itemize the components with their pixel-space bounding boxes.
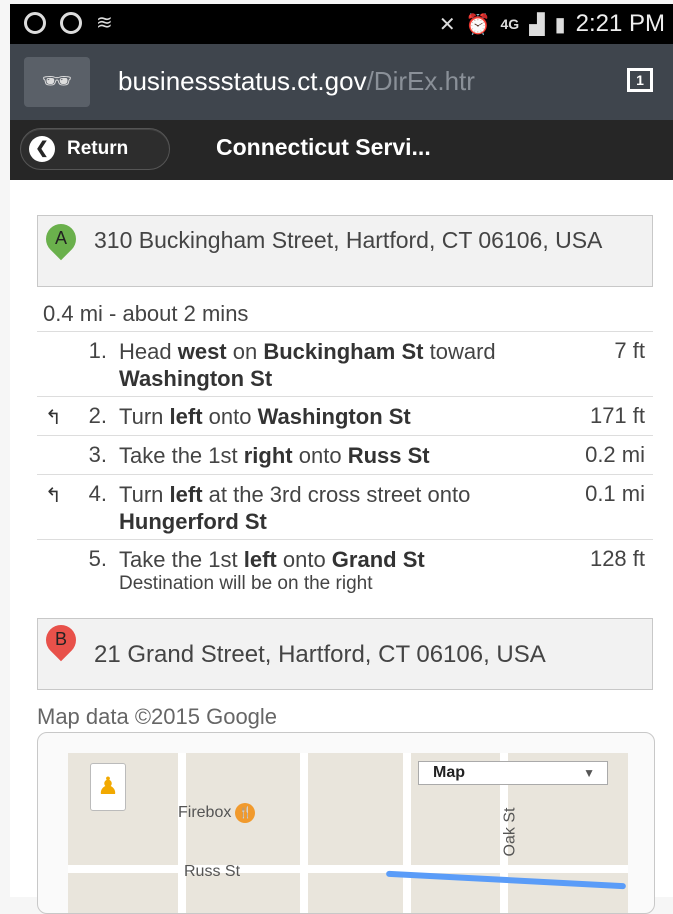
marker-a-letter: A xyxy=(54,228,67,248)
marker-b-icon: B xyxy=(39,618,83,663)
step-text: onto xyxy=(202,404,258,429)
incognito-icon[interactable]: 🕶 xyxy=(24,57,90,107)
map-type-select[interactable]: Map ▼ xyxy=(418,761,608,785)
wifi-icon: ≋ xyxy=(96,12,113,34)
street-label-oak: Oak St xyxy=(501,807,519,857)
step-text: at the 3rd cross street onto xyxy=(202,482,471,507)
step-distance: 128 ft xyxy=(589,546,645,571)
step-keyword: Grand St xyxy=(331,547,425,572)
step-instruction: Head west on Buckingham St toward Washin… xyxy=(119,332,553,396)
step-keyword: Washington St xyxy=(119,366,273,391)
direction-step[interactable]: ↰ 4. Turn left at the 3rd cross street ont… xyxy=(37,474,653,539)
step-instruction: Turn left at the 3rd cross street onto H… xyxy=(119,475,553,539)
road xyxy=(403,753,411,913)
marker-b-letter: B xyxy=(54,629,67,649)
step-keyword: Washington St xyxy=(257,404,411,429)
url-field[interactable]: businessstatus.ct.gov/DirEx.htr xyxy=(118,66,588,97)
street-label-russ: Russ St xyxy=(184,863,241,880)
step-keyword: right xyxy=(243,443,293,468)
step-text: Turn xyxy=(119,404,170,429)
step-number: 1. xyxy=(88,338,107,363)
step-text: on xyxy=(226,339,264,364)
step-number: 4. xyxy=(88,481,107,506)
mute-icon: ✕ xyxy=(438,13,456,36)
direction-step[interactable]: ↰ 2. Turn left onto Washington St 171 ft xyxy=(37,396,653,435)
step-number: 2. xyxy=(88,403,107,428)
direction-step[interactable]: 5. Take the 1st left onto Grand St Destina… xyxy=(37,539,653,604)
page-title: Connecticut Servi... xyxy=(216,134,431,160)
poi-name: Firebox xyxy=(178,804,232,822)
chevron-left-icon: ❮ xyxy=(29,136,55,162)
marker-a-icon: A xyxy=(39,217,83,262)
start-address: 310 Buckingham Street, Hartford, CT 0610… xyxy=(94,227,603,253)
road xyxy=(68,865,628,873)
clock-time: 2:21 PM xyxy=(575,10,665,37)
restaurant-icon: 🍴 xyxy=(235,803,256,823)
step-keyword: Russ St xyxy=(347,443,430,468)
step-keyword: left xyxy=(169,482,203,507)
battery-icon: ▮ xyxy=(554,13,566,36)
step-text: Take the 1st xyxy=(119,443,244,468)
step-keyword: left xyxy=(169,404,203,429)
street-view-pegman-icon[interactable]: ♟ xyxy=(90,763,126,811)
step-keyword: west xyxy=(177,339,227,364)
signal-icon: ▟ xyxy=(529,13,545,36)
poi-label[interactable]: Firebox 🍴 xyxy=(178,803,256,823)
step-text: Turn xyxy=(119,482,170,507)
direction-step[interactable]: 1. Head west on Buckingham St toward Wash… xyxy=(37,331,653,396)
step-instruction: Turn left onto Washington St xyxy=(119,397,553,434)
road xyxy=(178,753,186,913)
map-type-label: Map xyxy=(433,764,465,781)
messenger-icon xyxy=(24,12,46,34)
return-label: Return xyxy=(67,138,129,159)
step-text: Take the 1st xyxy=(119,547,244,572)
url-host: businessstatus.ct.gov xyxy=(118,66,367,96)
step-distance: 171 ft xyxy=(589,403,645,428)
directions-panel: A 310 Buckingham Street, Hartford, CT 06… xyxy=(10,180,673,914)
start-address-box[interactable]: A 310 Buckingham Street, Hartford, CT 06… xyxy=(37,215,653,287)
step-distance: 0.1 mi xyxy=(585,481,645,506)
status-bar: ≋ ✕ ⏰ 4G ▟ ▮ 2:21 PM xyxy=(10,4,673,44)
turn-left-icon: ↰ xyxy=(45,407,62,429)
chevron-down-icon: ▼ xyxy=(583,766,595,780)
url-path: /DirEx.htr xyxy=(366,66,475,96)
step-instruction: Take the 1st right onto Russ St xyxy=(119,436,553,473)
step-number: 3. xyxy=(88,442,107,467)
step-keyword: left xyxy=(243,547,277,572)
step-text: onto xyxy=(276,547,332,572)
steps-list: 1. Head west on Buckingham St toward Wash… xyxy=(37,331,653,604)
map-attribution: Map data ©2015 Google xyxy=(37,704,278,729)
browser-url-bar: 🕶 businessstatus.ct.gov/DirEx.htr 1 xyxy=(10,44,673,120)
step-text: toward xyxy=(423,339,496,364)
tab-switcher-button[interactable]: 1 xyxy=(627,68,653,92)
route-summary: 0.4 mi - about 2 mins xyxy=(43,301,249,326)
return-button[interactable]: ❮ Return xyxy=(20,128,170,170)
network-indicator: 4G xyxy=(500,16,520,32)
end-address-box[interactable]: B 21 Grand Street, Hartford, CT 06106, U… xyxy=(37,618,653,690)
step-keyword: Buckingham St xyxy=(263,339,424,364)
end-address: 21 Grand Street, Hartford, CT 06106, USA xyxy=(94,641,546,668)
step-note: Destination will be on the right xyxy=(119,573,373,594)
alarm-icon: ⏰ xyxy=(465,13,491,36)
map-container[interactable]: ♟ Map ▼ Firebox 🍴 Russ St Oak St xyxy=(37,732,655,914)
step-instruction: Take the 1st left onto Grand St Destinati… xyxy=(119,540,553,599)
step-distance: 7 ft xyxy=(614,338,645,363)
step-text: Head xyxy=(119,339,178,364)
road xyxy=(300,753,308,913)
step-number: 5. xyxy=(88,546,107,571)
step-distance: 0.2 mi xyxy=(585,442,645,467)
turn-left-icon: ↰ xyxy=(45,485,62,507)
map-view[interactable]: ♟ Map ▼ Firebox 🍴 Russ St Oak St xyxy=(68,753,628,913)
direction-step[interactable]: 3. Take the 1st right onto Russ St 0.2 mi xyxy=(37,435,653,474)
settings-icon xyxy=(60,12,82,34)
step-text: onto xyxy=(292,443,348,468)
page-header: ❮ Return Connecticut Servi... xyxy=(10,120,673,181)
step-keyword: Hungerford St xyxy=(119,509,267,534)
